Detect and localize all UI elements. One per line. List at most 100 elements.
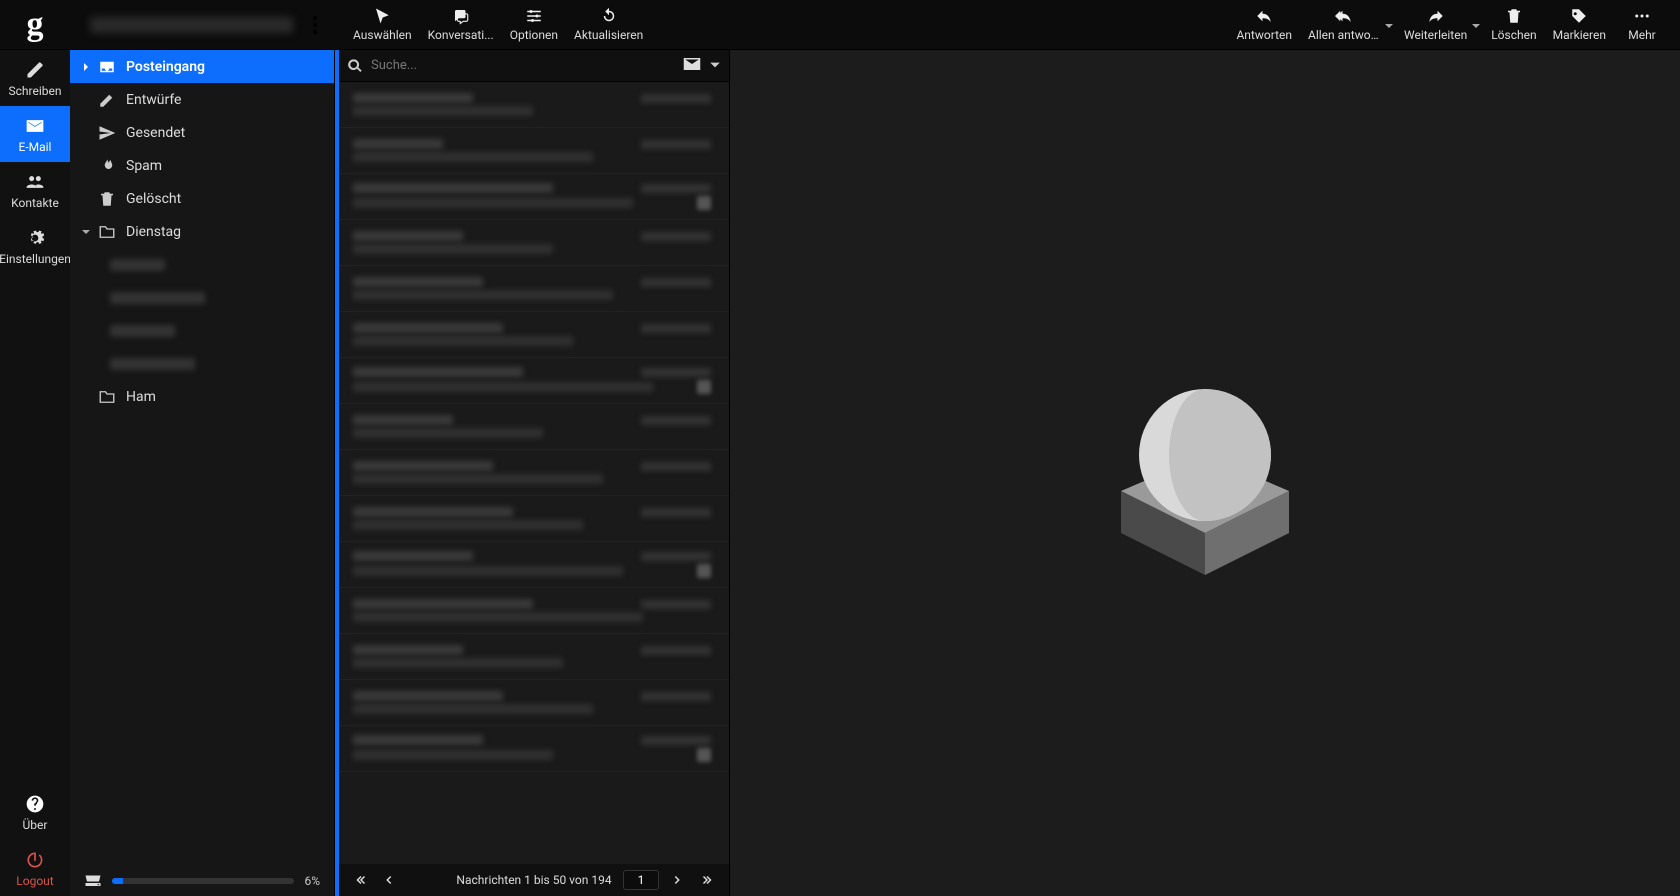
select-button[interactable]: Auswählen: [345, 0, 420, 49]
folder-drafts[interactable]: Entwürfe: [70, 83, 334, 116]
message-subject-redacted: [353, 612, 643, 622]
rail-logout[interactable]: Logout: [0, 840, 70, 896]
folder-sent[interactable]: Gesendet: [70, 116, 334, 149]
tag-icon: [1570, 7, 1588, 25]
chevron-down-icon: [1471, 21, 1481, 31]
pencil-icon: [96, 91, 118, 109]
message-sender-redacted: [353, 691, 503, 701]
rail-compose[interactable]: Schreiben: [0, 50, 70, 106]
folder-icon: [96, 223, 118, 241]
folder-trash[interactable]: Gelöscht: [70, 182, 334, 215]
message-row[interactable]: [339, 404, 729, 450]
message-row[interactable]: [339, 312, 729, 358]
flame-icon: [96, 157, 118, 175]
message-row[interactable]: [339, 680, 729, 726]
forward-caret[interactable]: [1471, 20, 1481, 30]
pager-next[interactable]: [665, 868, 689, 892]
mail-icon: [25, 116, 45, 136]
message-subject-redacted: [353, 428, 543, 438]
folder-inbox-caret[interactable]: [80, 62, 92, 72]
pager-first[interactable]: [349, 868, 373, 892]
message-sender-redacted: [353, 183, 553, 193]
attachment-icon: [697, 748, 711, 762]
message-row[interactable]: [339, 174, 729, 220]
folder-tuesday-sub-3[interactable]: [70, 314, 334, 347]
chevron-right-icon: [81, 62, 91, 72]
refresh-button[interactable]: Aktualisieren: [566, 0, 651, 49]
message-row[interactable]: [339, 496, 729, 542]
reply-all-caret[interactable]: [1384, 20, 1394, 30]
message-row[interactable]: [339, 128, 729, 174]
toolbar-left-group: Auswählen Konversati... Optionen Aktuali…: [345, 0, 651, 49]
pager-page-input[interactable]: [623, 870, 659, 890]
subfolder-redacted: [110, 259, 165, 271]
help-icon: [25, 794, 45, 814]
reply-icon: [1255, 7, 1273, 25]
message-subject-redacted: [353, 566, 623, 576]
message-row[interactable]: [339, 588, 729, 634]
folder-tuesday-sub-4[interactable]: [70, 347, 334, 380]
pager-summary: Nachrichten 1 bis 50 von 194: [456, 873, 611, 887]
quota-percent: 6%: [304, 874, 320, 888]
message-row[interactable]: [339, 726, 729, 772]
message-row[interactable]: [339, 358, 729, 404]
search-scope-mail[interactable]: [683, 56, 701, 75]
pager-prev[interactable]: [377, 868, 401, 892]
message-row[interactable]: [339, 542, 729, 588]
message-subject-redacted: [353, 152, 593, 162]
preview-pane: [730, 50, 1680, 896]
folder-inbox[interactable]: Posteingang: [70, 50, 334, 83]
options-button[interactable]: Optionen: [502, 0, 566, 49]
search-input[interactable]: [371, 58, 675, 73]
mark-button[interactable]: Markieren: [1545, 0, 1614, 49]
quota-fill: [112, 878, 123, 884]
message-sender-redacted: [353, 415, 453, 425]
message-date-redacted: [641, 140, 711, 149]
message-row[interactable]: [339, 266, 729, 312]
message-sender-redacted: [353, 139, 443, 149]
message-subject-redacted: [353, 290, 613, 300]
more-label: Mehr: [1628, 28, 1656, 42]
folder-tuesday[interactable]: Dienstag: [70, 215, 334, 248]
more-button[interactable]: Mehr: [1614, 0, 1670, 49]
quota-progress: [112, 878, 294, 884]
message-subject-redacted: [353, 106, 533, 116]
folder-tuesday-sub-2[interactable]: [70, 281, 334, 314]
folder-spam[interactable]: Spam: [70, 149, 334, 182]
reply-all-button[interactable]: Allen antwo...: [1300, 0, 1396, 49]
message-date-redacted: [641, 94, 711, 103]
folder-spam-label: Spam: [126, 158, 162, 174]
ellipsis-icon: [1633, 7, 1651, 25]
header-logo-slot: g: [0, 0, 70, 49]
account-menu-button[interactable]: [303, 0, 327, 50]
message-date-redacted: [641, 692, 711, 701]
trash-icon: [1505, 7, 1523, 25]
rail-settings[interactable]: Einstellungen: [0, 218, 70, 274]
message-row[interactable]: [339, 220, 729, 266]
folder-tuesday-caret[interactable]: [80, 227, 92, 237]
nav-rail: Schreiben E-Mail Kontakte Einstellungen …: [0, 50, 70, 896]
delete-button[interactable]: Löschen: [1483, 0, 1544, 49]
message-row[interactable]: [339, 634, 729, 680]
rail-contacts[interactable]: Kontakte: [0, 162, 70, 218]
chevron-left-icon: [382, 873, 396, 887]
search-options-toggle[interactable]: [709, 56, 721, 75]
rail-about[interactable]: Über: [0, 784, 70, 840]
account-selector[interactable]: [70, 0, 335, 49]
conversations-label: Konversati...: [428, 28, 494, 42]
kebab-menu-icon: [303, 13, 327, 37]
rail-mail[interactable]: E-Mail: [0, 106, 70, 162]
subfolder-redacted: [110, 358, 195, 370]
message-row[interactable]: [339, 450, 729, 496]
conversations-button[interactable]: Konversati...: [420, 0, 502, 49]
pager-last[interactable]: [695, 868, 719, 892]
message-list[interactable]: [339, 82, 729, 864]
reply-button[interactable]: Antworten: [1228, 0, 1300, 49]
forward-button[interactable]: Weiterleiten: [1396, 0, 1483, 49]
message-row[interactable]: [339, 82, 729, 128]
attachment-icon: [697, 196, 711, 210]
rail-compose-label: Schreiben: [9, 84, 62, 98]
select-label: Auswählen: [353, 28, 412, 42]
folder-tuesday-sub-1[interactable]: [70, 248, 334, 281]
folder-ham[interactable]: Ham: [70, 380, 334, 413]
